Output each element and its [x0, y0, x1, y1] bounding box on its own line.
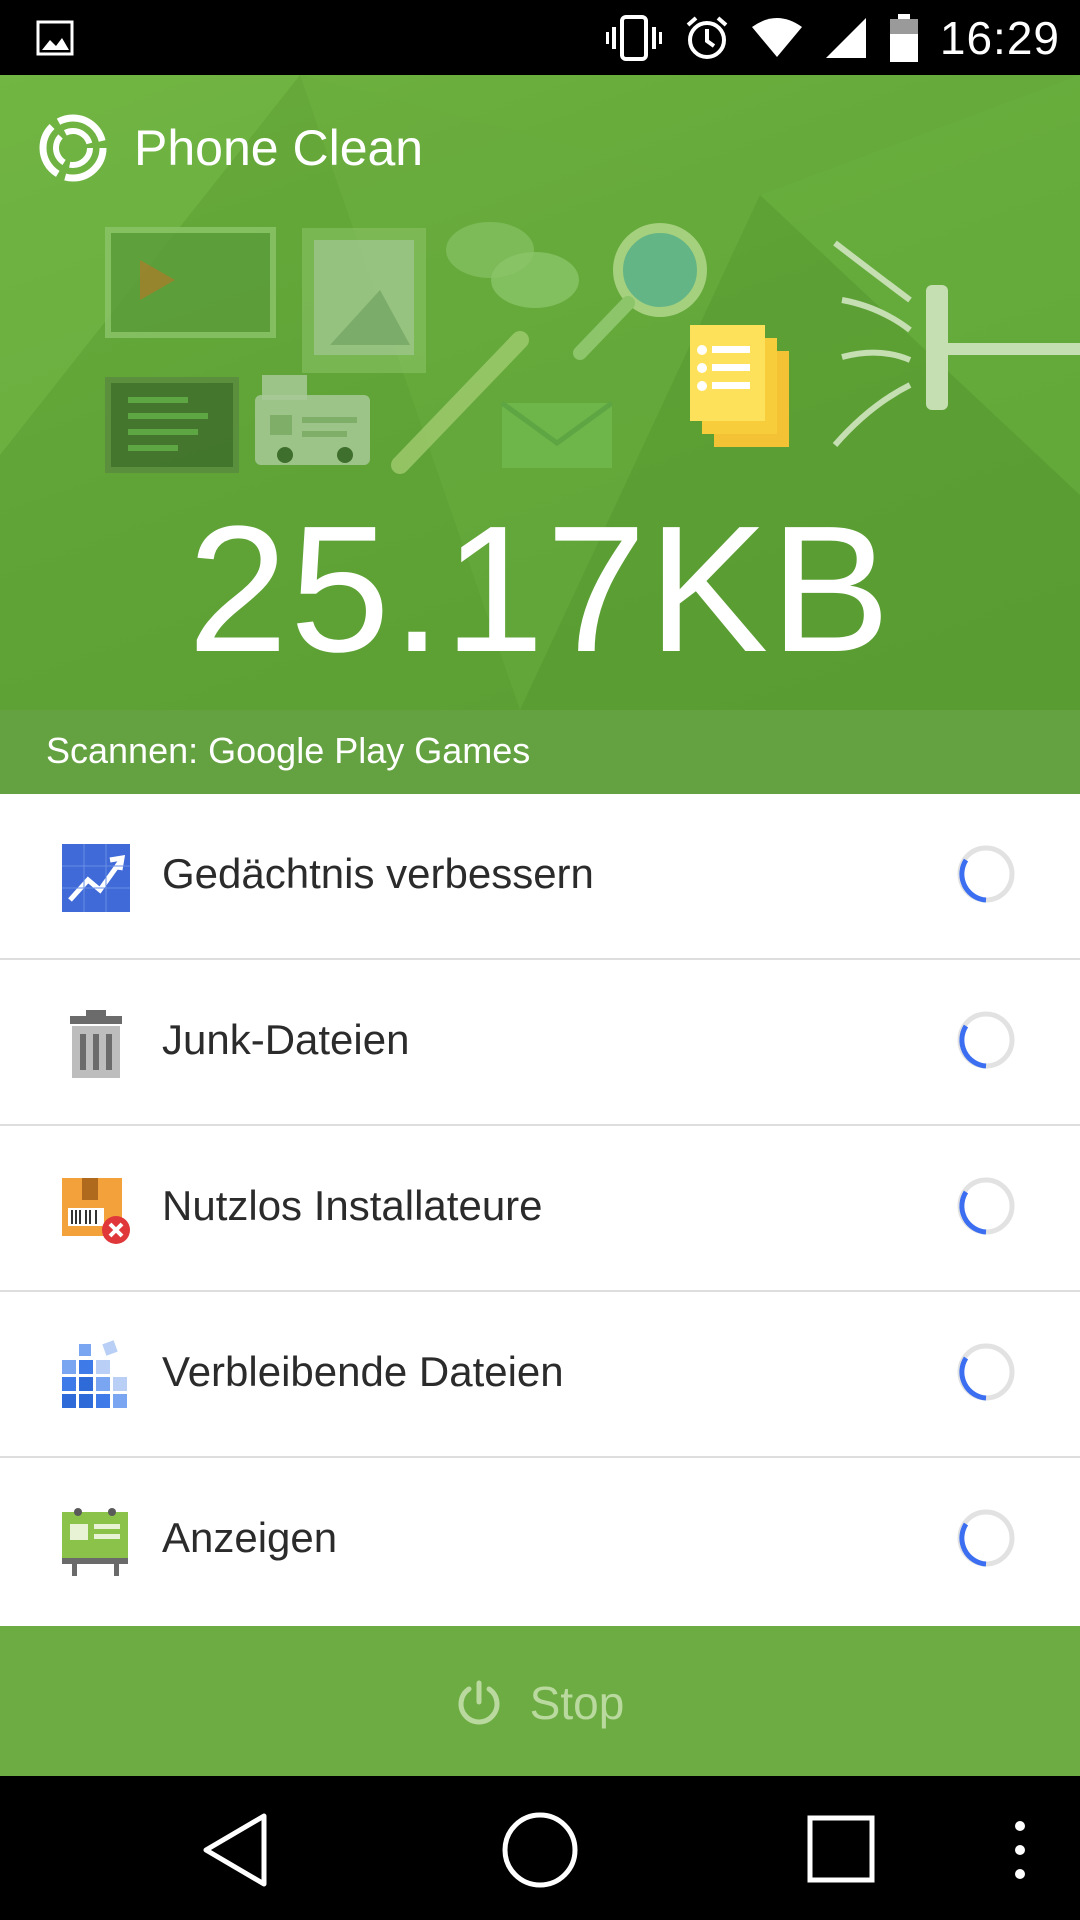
loading-spinner-icon [957, 1011, 1015, 1069]
signal-icon [825, 18, 866, 58]
system-nav-bar [0, 1776, 1080, 1920]
residual-blocks-icon [62, 1340, 127, 1408]
list-item-residual-files[interactable]: Verbleibende Dateien [0, 1292, 1080, 1458]
stop-button[interactable]: Stop [0, 1626, 1080, 1776]
list-item-label: Gedächtnis verbessern [162, 850, 594, 897]
recents-icon[interactable] [806, 1814, 876, 1884]
status-bar: 16:29 [0, 0, 1080, 75]
loading-spinner-icon [957, 845, 1015, 903]
scan-status-bar: Scannen: Google Play Games [0, 710, 1080, 794]
list-item-label: Anzeigen [162, 1514, 338, 1561]
battery-icon [889, 14, 918, 62]
alarm-icon [686, 16, 728, 59]
scan-category-list: Gedächtnis verbessern Junk-Dateien Nutzl… [0, 794, 1080, 1624]
power-icon [458, 1680, 500, 1725]
trash-icon [70, 1010, 122, 1078]
stop-button-label: Stop [529, 1677, 625, 1729]
list-item-label: Verbleibende Dateien [162, 1348, 564, 1395]
apk-box-icon [62, 1178, 130, 1244]
list-item-label: Junk-Dateien [162, 1016, 410, 1063]
wifi-icon [751, 18, 802, 57]
scan-illustration [105, 222, 1080, 474]
gallery-icon [36, 20, 74, 56]
loading-spinner-icon [957, 1177, 1015, 1235]
memory-chart-icon [62, 844, 130, 912]
back-icon[interactable] [200, 1812, 272, 1888]
list-item-ads[interactable]: Anzeigen [0, 1458, 1080, 1624]
scan-hero: Phone Clean 25.17KB [0, 75, 1080, 710]
overflow-menu-icon[interactable] [1010, 1818, 1030, 1882]
junk-size-readout: 25.17KB [187, 489, 893, 690]
list-item-label: Nutzlos Installateure [162, 1182, 543, 1229]
list-item-junk-files[interactable]: Junk-Dateien [0, 960, 1080, 1126]
list-item-useless-installers[interactable]: Nutzlos Installateure [0, 1126, 1080, 1292]
list-item-memory[interactable]: Gedächtnis verbessern [0, 794, 1080, 960]
scan-status-text: Scannen: Google Play Games [46, 730, 531, 771]
clock: 16:29 [939, 12, 1060, 64]
loading-spinner-icon [957, 1509, 1015, 1567]
vibrate-icon [605, 15, 662, 61]
home-icon[interactable] [500, 1810, 580, 1890]
ad-billboard-icon [62, 1508, 128, 1576]
loading-spinner-icon [957, 1343, 1015, 1401]
